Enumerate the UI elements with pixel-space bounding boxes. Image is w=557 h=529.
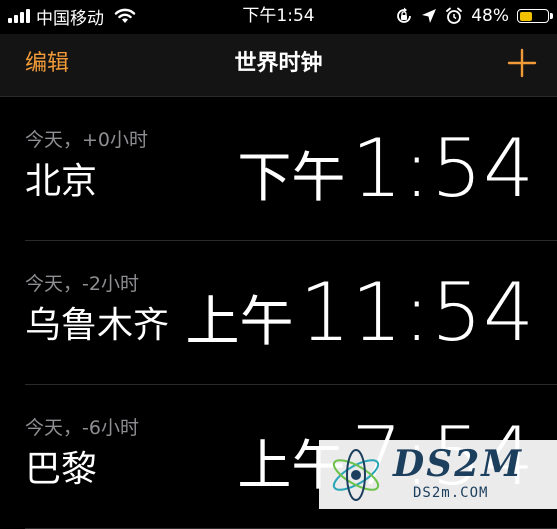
clock-city: 北京: [25, 161, 98, 202]
clock-city: 巴黎: [25, 449, 98, 490]
clock-ampm: 下午: [237, 146, 346, 209]
clock-offset: 今天，-2小时: [25, 273, 139, 295]
location-icon: [422, 9, 437, 23]
clock-digits: 11:54: [299, 266, 535, 359]
clock-time: 下午 1:54: [237, 119, 535, 219]
plus-icon[interactable]: [505, 46, 539, 80]
clock-row[interactable]: 今天，+0小时 北京 下午 1:54: [25, 97, 557, 241]
atom-logo-icon: [332, 449, 380, 501]
alarm-icon: [446, 7, 463, 24]
clock-row[interactable]: 今天，-2小时 乌鲁木齐 上午 11:54: [25, 241, 557, 385]
rotation-lock-icon: [397, 7, 412, 23]
status-right: 48%: [395, 5, 553, 27]
watermark-url: DS2m.COM: [413, 485, 489, 501]
clock-ampm: 上午: [185, 290, 294, 353]
clock-digits: 1:54: [351, 122, 535, 215]
battery-fill: [519, 11, 533, 21]
page-title: 世界时钟: [234, 51, 323, 76]
battery-percent: 48%: [471, 6, 509, 26]
clock-city: 乌鲁木齐: [25, 305, 170, 346]
status-bar: 中国移动 下午1:54 48%: [0, 0, 557, 34]
clock-offset: 今天，-6小时: [25, 417, 139, 439]
nav-bar: 编辑 世界时钟: [0, 34, 557, 97]
watermark: DS2M DS2m.COM: [319, 440, 557, 509]
battery-icon: [517, 9, 553, 23]
watermark-brand: DS2M: [393, 443, 524, 485]
clock-time: 上午 11:54: [185, 263, 535, 363]
clock-offset: 今天，+0小时: [25, 129, 149, 151]
